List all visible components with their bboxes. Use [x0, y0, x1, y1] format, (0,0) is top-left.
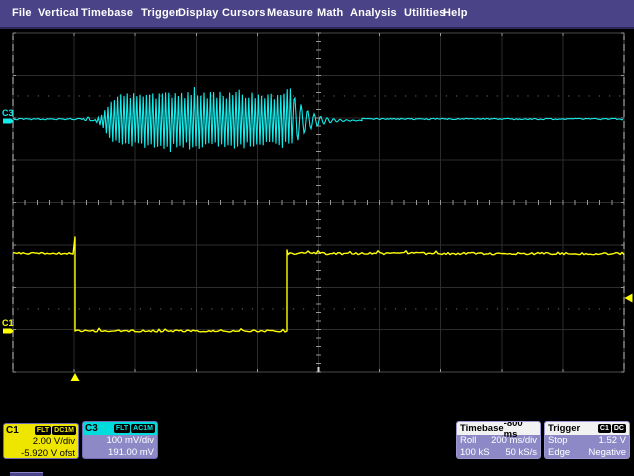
- trigger-source-badges: C1DC: [598, 424, 626, 433]
- trigger-level: 1.52 V: [599, 435, 626, 447]
- c3-volts-per-div: 100 mV/div: [83, 435, 157, 447]
- c3-offset-value: 191.00 mV: [83, 447, 157, 459]
- flt-badge: FLT: [35, 426, 51, 435]
- trigger-row-type: Edge Negative: [545, 447, 629, 459]
- timebase-title: Timebase: [460, 423, 504, 434]
- channel-c3-descriptor[interactable]: C3 FLTAC1M 100 mV/div 191.00 mV: [82, 421, 158, 459]
- dc-badge: DC: [612, 424, 626, 433]
- timebase-row-mode: Roll 200 ms/div: [457, 435, 540, 447]
- waveform-display: C3 C1: [0, 0, 634, 476]
- c3-descriptor-label: C3: [85, 423, 98, 434]
- timebase-header: Timebase -800 ms: [457, 422, 540, 435]
- c1-volts-per-div: 2.00 V/div: [4, 436, 78, 448]
- bottom-panel-stub: [10, 472, 43, 476]
- timebase-row-sampling: 100 kS 50 kS/s: [457, 447, 540, 459]
- c3-descriptor-header: C3 FLTAC1M: [83, 422, 157, 435]
- c1-trace-label: C1: [2, 318, 14, 328]
- trigger-row-mode: Stop 1.52 V: [545, 435, 629, 447]
- trigger-title: Trigger: [548, 423, 580, 434]
- c3-coupling-badges: FLTAC1M: [114, 424, 155, 433]
- dc1m-badge: DC1M: [52, 426, 76, 435]
- c1-coupling-badges: FLTDC1M: [35, 426, 76, 435]
- c1-zero-marker[interactable]: [3, 329, 14, 334]
- trigger-type: Edge: [548, 447, 570, 459]
- flt-badge: FLT: [114, 424, 130, 433]
- timebase-scale: 200 ms/div: [491, 435, 537, 447]
- trigger-slope: Negative: [589, 447, 627, 459]
- timebase-descriptor[interactable]: Timebase -800 ms Roll 200 ms/div 100 kS …: [456, 421, 541, 459]
- ac1m-badge: AC1M: [131, 424, 155, 433]
- trigger-header: Trigger C1DC: [545, 422, 629, 435]
- c1-descriptor-label: C1: [6, 425, 19, 436]
- trigger-mode: Stop: [548, 435, 568, 447]
- channel-c1-descriptor[interactable]: C1 FLTDC1M 2.00 V/div -5.920 V ofst: [3, 423, 79, 459]
- timebase-samples: 100 kS: [460, 447, 490, 459]
- trigger-descriptor[interactable]: Trigger C1DC Stop 1.52 V Edge Negative: [544, 421, 630, 459]
- timebase-rate: 50 kS/s: [505, 447, 537, 459]
- timebase-mode: Roll: [460, 435, 476, 447]
- c3-zero-marker[interactable]: [3, 119, 14, 124]
- c1-offset-value: -5.920 V ofst: [4, 448, 78, 460]
- oscilloscope-screen: FileVerticalTimebaseTriggerDisplayCursor…: [0, 0, 634, 476]
- c3-trace-label: C3: [2, 108, 14, 118]
- c1-descriptor-header: C1 FLTDC1M: [4, 424, 78, 436]
- trigger-level-marker[interactable]: [625, 294, 633, 303]
- c1-badge: C1: [598, 424, 611, 433]
- trigger-time-marker[interactable]: [71, 373, 80, 381]
